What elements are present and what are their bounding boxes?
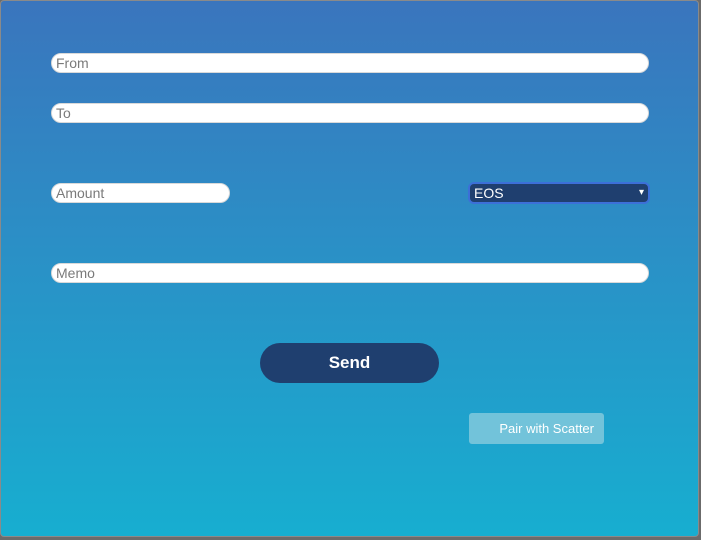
amount-field[interactable]: [51, 183, 230, 203]
chevron-down-icon: ▾: [638, 187, 644, 198]
token-select-value: EOS: [474, 185, 504, 201]
send-button[interactable]: Send: [260, 343, 439, 383]
from-field[interactable]: [51, 53, 649, 73]
transfer-form-panel: EOS ▾ Send Pair with Scatter: [0, 0, 699, 537]
memo-field[interactable]: [51, 263, 649, 283]
pair-with-scatter-button[interactable]: Pair with Scatter: [469, 413, 604, 444]
token-select[interactable]: EOS ▾: [468, 182, 650, 204]
to-field[interactable]: [51, 103, 649, 123]
